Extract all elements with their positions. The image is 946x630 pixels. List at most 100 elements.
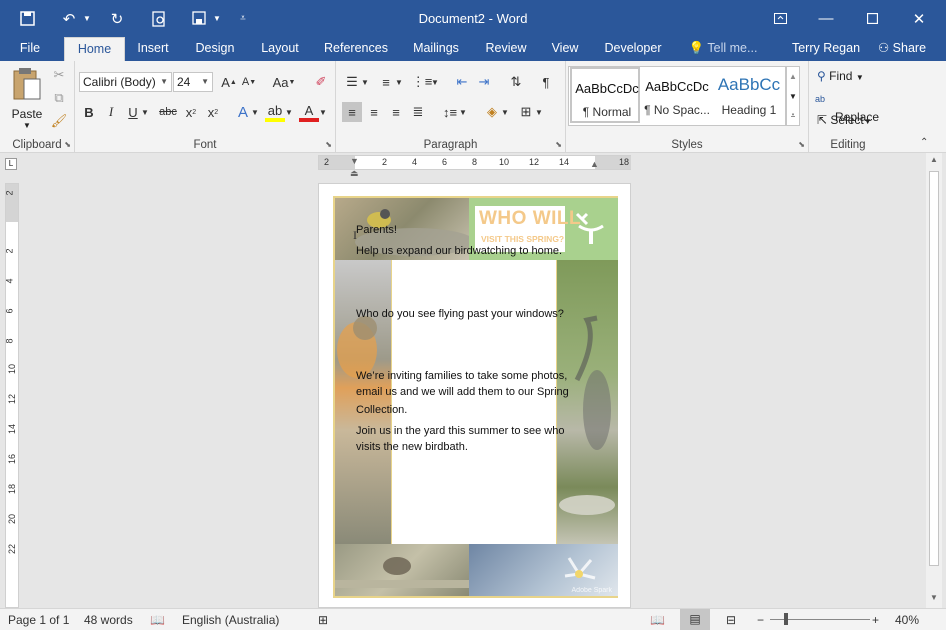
tell-me-box[interactable]: 💡 Tell me... [688, 37, 758, 61]
macro-record-icon[interactable]: ⊞ [318, 613, 328, 627]
italic-icon[interactable]: I [101, 102, 121, 122]
style-no-spacing[interactable]: AaBbCcDc ¶ No Spac... [642, 67, 712, 123]
tab-developer[interactable]: Developer [600, 37, 666, 61]
tab-layout[interactable]: Layout [254, 37, 306, 61]
text-effects-dropdown-icon[interactable]: ▼ [249, 102, 261, 122]
zoom-in-icon[interactable]: + [872, 613, 879, 627]
shrink-font-icon[interactable]: A ▼ [239, 72, 259, 92]
line-spacing-dropdown-icon[interactable]: ▼ [458, 102, 468, 122]
tab-insert[interactable]: Insert [131, 37, 175, 61]
tab-view[interactable]: View [546, 37, 584, 61]
doc-line[interactable]: Help us expand our birdwatching to home. [356, 243, 562, 259]
align-center-icon[interactable]: ≡ [364, 102, 384, 122]
font-color-dropdown-icon[interactable]: ▼ [317, 102, 329, 122]
decrease-indent-icon[interactable]: ⇤ [452, 72, 472, 92]
doc-line[interactable]: visits the new birdbath. [356, 439, 468, 455]
scroll-thumb[interactable] [929, 171, 939, 566]
tab-mailings[interactable]: Mailings [405, 37, 467, 61]
print-preview-icon[interactable] [146, 6, 172, 32]
font-size-combo[interactable]: 24 ▼ [173, 72, 213, 92]
customize-qat-icon[interactable]: ⩡ [230, 6, 256, 32]
increase-indent-icon[interactable]: ⇥ [474, 72, 494, 92]
find-button[interactable]: ⚲ Find ▼ [817, 67, 883, 85]
language-indicator[interactable]: English (Australia) [182, 613, 279, 627]
undo-icon[interactable]: ↶ [56, 6, 82, 32]
collapse-ribbon-icon[interactable]: ⌃ [920, 137, 928, 148]
borders-icon[interactable]: ⊞ [516, 102, 536, 122]
shading-icon[interactable]: ◈ [482, 102, 502, 122]
read-mode-icon[interactable]: 📖 [650, 613, 665, 627]
clipboard-launcher-icon[interactable]: ⬊ [64, 140, 71, 149]
numbering-icon[interactable]: ≡ [376, 72, 396, 92]
style-normal[interactable]: AaBbCcDc ¶ Normal [570, 67, 640, 123]
share-button[interactable]: ⚇ Share [872, 37, 932, 61]
right-indent-marker[interactable]: ▲ [590, 159, 599, 169]
zoom-level[interactable]: 40% [895, 613, 919, 627]
tab-references[interactable]: References [320, 37, 392, 61]
borders-dropdown-icon[interactable]: ▼ [534, 102, 544, 122]
style-heading-1[interactable]: AaBbCc Heading 1 [714, 67, 784, 123]
styles-more-icon[interactable]: ⩡ [787, 107, 799, 125]
numbering-dropdown-icon[interactable]: ▼ [394, 72, 404, 92]
tab-design[interactable]: Design [190, 37, 240, 61]
bullets-icon[interactable]: ☰ [342, 72, 362, 92]
maximize-icon[interactable] [849, 0, 895, 37]
horizontal-ruler[interactable]: 2 2 4 6 8 10 12 14 18 ▼ ▲ [318, 155, 631, 170]
tab-review[interactable]: Review [480, 37, 532, 61]
subscript-icon[interactable]: x2 [181, 102, 201, 122]
doc-line[interactable]: Parents! [356, 222, 397, 238]
copy-icon[interactable]: ⧉ [49, 88, 69, 108]
show-formatting-marks-icon[interactable]: ¶ [536, 72, 556, 92]
save-icon[interactable] [14, 6, 40, 32]
close-icon[interactable]: ✕ [896, 0, 942, 37]
styles-up-icon[interactable]: ▲ [787, 67, 799, 87]
align-left-icon[interactable]: ≡ [342, 102, 362, 122]
line-spacing-icon[interactable]: ↕≡ [440, 102, 460, 122]
styles-launcher-icon[interactable]: ⬊ [798, 140, 805, 149]
page-count[interactable]: Page 1 of 1 [8, 613, 69, 627]
doc-line[interactable]: Who do you see flying past your windows? [356, 306, 564, 322]
undo-dropdown-icon[interactable]: ▼ [82, 6, 92, 32]
font-launcher-icon[interactable]: ⬊ [325, 140, 332, 149]
scroll-up-icon[interactable]: ▲ [926, 155, 942, 164]
replace-button[interactable]: ab Replace [815, 89, 887, 124]
vertical-ruler[interactable]: 2 2 4 6 8 10 12 14 16 18 20 22 [5, 183, 19, 608]
zoom-out-icon[interactable]: − [757, 613, 764, 627]
grow-font-icon[interactable]: A ▲ [219, 72, 239, 92]
tab-selector-icon[interactable]: L [5, 158, 17, 170]
first-line-indent-marker[interactable]: ▼ [350, 156, 359, 166]
doc-line[interactable]: email us and we will add them to our Spr… [356, 384, 569, 400]
print-layout-icon[interactable]: ▤ [680, 609, 710, 630]
multilevel-list-icon[interactable]: ⋮≡ [412, 72, 433, 92]
tab-home[interactable]: Home [64, 37, 125, 62]
bold-icon[interactable]: B [79, 102, 99, 122]
proofing-icon[interactable]: 📖 [150, 613, 165, 627]
minimize-icon[interactable]: — [803, 0, 849, 37]
zoom-slider-thumb[interactable] [784, 613, 788, 625]
superscript-icon[interactable]: x2 [203, 102, 223, 122]
format-painter-icon[interactable]: 🖌 [49, 111, 69, 131]
doc-line[interactable]: Join us in the yard this summer to see w… [356, 423, 564, 439]
scroll-down-icon[interactable]: ▼ [926, 593, 942, 602]
save-as-dropdown-icon[interactable]: ▼ [212, 6, 222, 32]
shading-dropdown-icon[interactable]: ▼ [500, 102, 510, 122]
vertical-scrollbar[interactable]: ▲ ▼ [926, 153, 942, 608]
tab-file[interactable]: File [10, 37, 50, 61]
web-layout-icon[interactable]: ⊟ [726, 613, 736, 627]
align-right-icon[interactable]: ≡ [386, 102, 406, 122]
left-indent-marker[interactable]: ⏏ [350, 168, 359, 179]
change-case-icon[interactable]: Aa ▼ [269, 72, 299, 92]
font-family-combo[interactable]: Calibri (Body) ▼ [79, 72, 172, 92]
multilevel-dropdown-icon[interactable]: ▼ [430, 72, 440, 92]
doc-line[interactable]: Collection. [356, 402, 407, 418]
font-color-icon[interactable]: A [299, 102, 319, 122]
underline-dropdown-icon[interactable]: ▼ [139, 102, 151, 122]
sort-icon[interactable]: ⇅ [506, 72, 526, 92]
doc-line[interactable]: We’re inviting families to take some pho… [356, 368, 567, 384]
select-button[interactable]: ⇱ Select▼ [817, 111, 883, 129]
highlight-dropdown-icon[interactable]: ▼ [283, 102, 295, 122]
styles-down-icon[interactable]: ▼ [787, 87, 799, 107]
highlight-icon[interactable]: ab [265, 102, 285, 122]
clear-formatting-icon[interactable]: ✐ [311, 72, 331, 92]
paste-button[interactable]: Paste ▼ [8, 67, 46, 130]
